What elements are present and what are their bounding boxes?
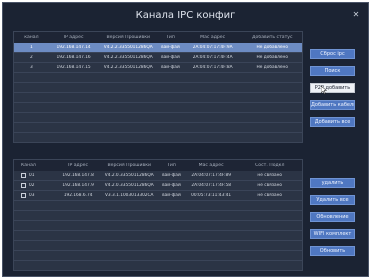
empty-row [14, 211, 302, 221]
cell-ip: 192.168.147.14 [56, 45, 91, 50]
row-checkbox[interactable] [21, 172, 26, 178]
added-channels-table: Канал IP адрес Версия Прошивки Тип Mac а… [13, 159, 303, 271]
cell-firmware: V4.2.2.3355011286QA [103, 45, 153, 50]
cell-ip: 192.168.147.8 [62, 173, 94, 178]
table-row[interactable]: 1 192.168.147.14 V4.2.2.3355011286QA вай… [14, 43, 302, 53]
channel-number: 03 [29, 192, 35, 198]
add-all-button[interactable]: Добавить все [310, 117, 355, 127]
cell-channel: 03 [14, 192, 56, 199]
empty-row [14, 241, 302, 251]
cell-type: вай-фай [162, 183, 181, 188]
cell-mac: 2A:04:07:17:4F:89 [191, 173, 231, 178]
add-cable-button[interactable]: Добавить кабель [310, 100, 355, 110]
channel-number: 02 [29, 182, 35, 188]
column-header-firmware[interactable]: Версия Прошивки [98, 35, 158, 40]
column-header-mac[interactable]: Mac адрес [185, 163, 238, 168]
wifi-kit-button[interactable]: WIFI комплект [310, 229, 355, 239]
table-row[interactable]: 03 192.168.6.74 V3.3.1.1003013302CA вай-… [14, 191, 302, 201]
cell-channel: 02 [14, 182, 56, 189]
ipc-config-dialog: Канала IPC конфиг ✕ канал IP адрес Верси… [2, 2, 369, 277]
title-bar[interactable]: Канала IPC конфиг ✕ [3, 3, 368, 30]
mouse-cursor-icon [321, 86, 327, 94]
cell-firmware: V4.2.0.3355011286QA [104, 183, 154, 188]
cell-ip: 192.168.147.9 [62, 183, 94, 188]
cell-type: вай-фай [161, 65, 180, 70]
cell-status: Не добавлено [256, 55, 288, 60]
empty-row [14, 93, 302, 103]
column-header-firmware[interactable]: Версия Прошивки [100, 163, 158, 168]
table-row[interactable]: 01 192.168.147.8 V4.2.0.3355011286QA вай… [14, 171, 302, 181]
column-header-type[interactable]: Тип [158, 35, 183, 40]
table-row[interactable]: 3 192.168.147.15 V4.2.2.3355011286QA вай… [14, 63, 302, 73]
search-results-table: канал IP адрес Версия Прошивки Тип Mac а… [13, 31, 303, 143]
empty-row [14, 83, 302, 93]
channel-number: 01 [29, 172, 35, 178]
empty-row [14, 231, 302, 241]
empty-row [14, 123, 302, 133]
refresh-button[interactable]: Обновить [310, 246, 355, 256]
cell-channel: 3 [30, 65, 33, 70]
row-checkbox[interactable] [21, 192, 26, 198]
cell-status: не связано [257, 183, 283, 188]
search-button[interactable]: Поиск [310, 66, 355, 76]
column-header-channel[interactable]: канал [14, 35, 49, 40]
column-header-ip[interactable]: IP адрес [49, 35, 99, 40]
cell-type: вай-фай [161, 55, 180, 60]
column-header-ip[interactable]: IP адрес [56, 163, 101, 168]
empty-row [14, 251, 302, 261]
p2p-add-button[interactable]: Р2Р добавить [310, 83, 355, 93]
reset-ipc-button[interactable]: Сброс ipc [310, 49, 355, 59]
column-header-channel[interactable]: Канал [14, 163, 56, 168]
empty-row [14, 133, 302, 142]
empty-row [14, 73, 302, 83]
table-row[interactable]: 02 192.168.147.9 V4.2.0.3355011286QA вай… [14, 181, 302, 191]
cell-mac: 2A:04:07:17:4F:4A [192, 55, 233, 60]
close-icon[interactable]: ✕ [351, 10, 361, 20]
column-header-add-status[interactable]: Добавить статус [242, 35, 302, 40]
delete-all-button[interactable]: Удалить все [310, 195, 355, 205]
row-checkbox[interactable] [21, 182, 26, 188]
empty-row [14, 113, 302, 123]
cell-firmware: V4.2.0.3355011286QA [104, 173, 154, 178]
cell-status: Не добавлено [256, 65, 288, 70]
cell-type: вай-фай [162, 173, 181, 178]
column-header-mac[interactable]: Mac адрес [183, 35, 243, 40]
cell-type: вай-фай [162, 193, 181, 198]
cell-ip: 192.168.147.15 [56, 65, 91, 70]
empty-row [14, 103, 302, 113]
cell-status: Не добавлено [256, 45, 288, 50]
column-header-type[interactable]: Тип [158, 163, 185, 168]
cell-mac: 2A:04:07:17:4F:9A [192, 45, 233, 50]
cell-mac: 00:05:73:11:43:41 [191, 193, 232, 198]
cell-mac: 2A:04:07:17:4F:58 [191, 183, 231, 188]
cell-ip: 192.168.147.16 [56, 55, 91, 60]
table-header: Канал IP адрес Версия Прошивки Тип Mac а… [14, 160, 302, 171]
empty-row [14, 201, 302, 211]
cell-channel: 01 [14, 172, 56, 179]
empty-row [14, 221, 302, 231]
cell-channel: 1 [30, 45, 33, 50]
cell-ip: 192.168.6.74 [63, 193, 93, 198]
cell-firmware: V3.3.1.1003013302CA [104, 193, 154, 198]
cell-mac: 2A:04:07:17:4F:8A [192, 65, 233, 70]
update-button[interactable]: Обновление [310, 212, 355, 222]
empty-row [14, 261, 302, 270]
cell-type: вай-фай [161, 45, 180, 50]
cell-status: не связано [257, 173, 283, 178]
table-header: канал IP адрес Версия Прошивки Тип Mac а… [14, 32, 302, 43]
table-row[interactable]: 2 192.168.147.16 V4.2.2.3355011286QA вай… [14, 53, 302, 63]
cell-firmware: V4.2.2.3355011286QA [103, 65, 153, 70]
cell-channel: 2 [30, 55, 33, 60]
delete-button[interactable]: удалить [310, 178, 355, 188]
cell-firmware: V4.2.2.3355011286QA [103, 55, 153, 60]
column-header-connection-status[interactable]: Сост. Подкл [237, 163, 302, 168]
cell-status: не связано [257, 193, 283, 198]
dialog-title: Канала IPC конфиг [135, 10, 236, 21]
